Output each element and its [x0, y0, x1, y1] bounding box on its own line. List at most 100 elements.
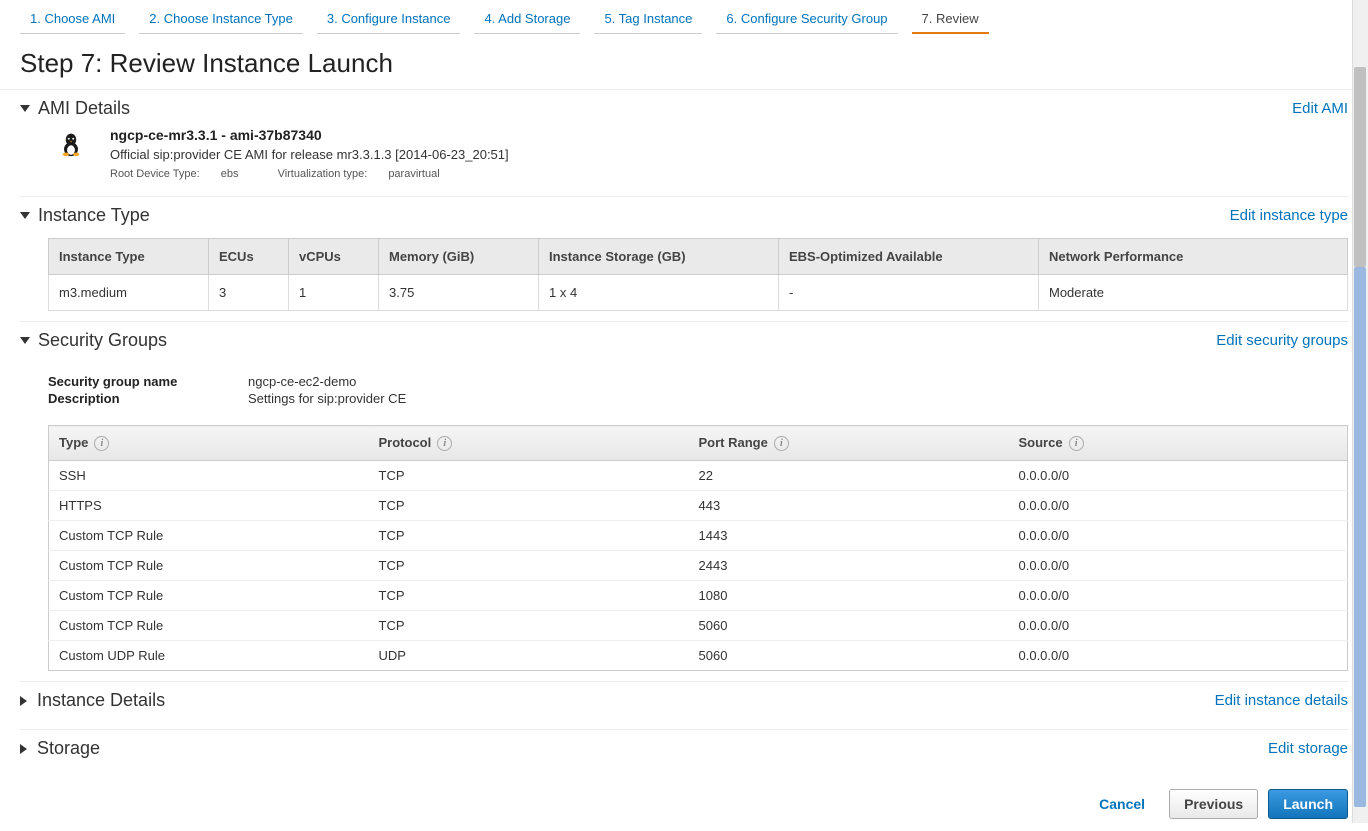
info-icon[interactable]: i: [774, 436, 789, 451]
instance-type-table: Instance Type ECUs vCPUs Memory (GiB) In…: [48, 238, 1348, 311]
sg-desc-value: Settings for sip:provider CE: [248, 391, 406, 406]
cell-source: 0.0.0.0/0: [1009, 491, 1348, 521]
scrollbar-overview-thumb[interactable]: [1354, 267, 1366, 807]
cell-type: Custom UDP Rule: [49, 641, 369, 671]
launch-button[interactable]: Launch: [1268, 789, 1348, 819]
section-title-security-groups: Security Groups: [38, 330, 1216, 351]
cell-port: 2443: [689, 551, 1009, 581]
cell-source: 0.0.0.0/0: [1009, 611, 1348, 641]
root-device-value: ebs: [221, 168, 239, 180]
cell-instance-type: m3.medium: [49, 275, 209, 311]
cell-network-performance: Moderate: [1039, 275, 1348, 311]
section-title-storage: Storage: [37, 738, 1268, 759]
info-icon[interactable]: i: [1069, 436, 1084, 451]
cell-protocol: TCP: [369, 611, 689, 641]
edit-instance-details-link[interactable]: Edit instance details: [1215, 692, 1348, 709]
ami-description: Official sip:provider CE AMI for release…: [110, 147, 509, 162]
step-choose-instance-type[interactable]: 2. Choose Instance Type: [139, 5, 303, 34]
caret-right-icon[interactable]: [20, 696, 27, 706]
cell-type: HTTPS: [49, 491, 369, 521]
col-source: Sourcei: [1009, 426, 1348, 461]
cell-ebs-optimized: -: [779, 275, 1039, 311]
section-title-instance-type: Instance Type: [38, 205, 1230, 226]
table-row: HTTPSTCP4430.0.0.0/0: [49, 491, 1348, 521]
section-instance-details: Instance Details Edit instance details: [20, 682, 1348, 730]
step-review[interactable]: 7. Review: [912, 5, 989, 34]
sg-desc-label: Description: [48, 391, 248, 406]
step-configure-security-group[interactable]: 6. Configure Security Group: [716, 5, 897, 34]
edit-security-groups-link[interactable]: Edit security groups: [1216, 332, 1348, 349]
ami-title: ngcp-ce-mr3.3.1 - ami-37b87340: [110, 127, 509, 143]
cell-source: 0.0.0.0/0: [1009, 461, 1348, 491]
caret-down-icon[interactable]: [20, 105, 30, 112]
cell-protocol: TCP: [369, 551, 689, 581]
cell-source: 0.0.0.0/0: [1009, 551, 1348, 581]
cell-type: Custom TCP Rule: [49, 551, 369, 581]
section-ami-details: AMI Details Edit AMI ngcp-ce-mr3.3.1 - a…: [20, 90, 1348, 197]
col-type: Typei: [49, 426, 369, 461]
sg-name-label: Security group name: [48, 374, 248, 389]
section-title-ami: AMI Details: [38, 98, 1292, 119]
step-add-storage[interactable]: 4. Add Storage: [474, 5, 580, 34]
cancel-button[interactable]: Cancel: [1085, 790, 1159, 818]
cell-port: 1080: [689, 581, 1009, 611]
edit-instance-type-link[interactable]: Edit instance type: [1230, 207, 1348, 224]
cell-protocol: TCP: [369, 581, 689, 611]
cell-protocol: TCP: [369, 521, 689, 551]
linux-penguin-icon: [60, 127, 90, 180]
caret-down-icon[interactable]: [20, 337, 30, 344]
cell-type: Custom TCP Rule: [49, 521, 369, 551]
virt-type-value: paravirtual: [388, 168, 439, 180]
cell-instance-storage: 1 x 4: [539, 275, 779, 311]
section-instance-type: Instance Type Edit instance type Instanc…: [20, 197, 1348, 322]
cell-protocol: TCP: [369, 491, 689, 521]
col-network-performance: Network Performance: [1039, 239, 1348, 275]
ami-meta: Root Device Type: ebs Virtualization typ…: [110, 168, 509, 180]
col-port-range: Port Rangei: [689, 426, 1009, 461]
col-instance-type: Instance Type: [49, 239, 209, 275]
cell-source: 0.0.0.0/0: [1009, 521, 1348, 551]
table-row: Custom TCP RuleTCP50600.0.0.0/0: [49, 611, 1348, 641]
cell-source: 0.0.0.0/0: [1009, 581, 1348, 611]
table-row: Custom TCP RuleTCP24430.0.0.0/0: [49, 551, 1348, 581]
edit-storage-link[interactable]: Edit storage: [1268, 740, 1348, 757]
cell-port: 5060: [689, 611, 1009, 641]
previous-button[interactable]: Previous: [1169, 789, 1258, 819]
cell-ecus: 3: [209, 275, 289, 311]
table-row: Custom UDP RuleUDP50600.0.0.0/0: [49, 641, 1348, 671]
info-icon[interactable]: i: [94, 436, 109, 451]
table-row: Custom TCP RuleTCP10800.0.0.0/0: [49, 581, 1348, 611]
scrollbar-thumb[interactable]: [1354, 67, 1366, 267]
section-storage: Storage Edit storage: [20, 730, 1348, 777]
cell-port: 443: [689, 491, 1009, 521]
cell-type: Custom TCP Rule: [49, 581, 369, 611]
wizard-steps: 1. Choose AMI 2. Choose Instance Type 3.…: [0, 0, 1368, 34]
cell-protocol: TCP: [369, 461, 689, 491]
scrollbar-vertical[interactable]: [1352, 0, 1368, 823]
table-row: Custom TCP RuleTCP14430.0.0.0/0: [49, 521, 1348, 551]
step-tag-instance[interactable]: 5. Tag Instance: [594, 5, 702, 34]
security-group-rules-table: Typei Protocoli Port Rangei Sourcei SSHT…: [48, 425, 1348, 671]
col-protocol: Protocoli: [369, 426, 689, 461]
cell-port: 1443: [689, 521, 1009, 551]
cell-protocol: UDP: [369, 641, 689, 671]
cell-port: 22: [689, 461, 1009, 491]
step-choose-ami[interactable]: 1. Choose AMI: [20, 5, 125, 34]
cell-port: 5060: [689, 641, 1009, 671]
col-ecus: ECUs: [209, 239, 289, 275]
cell-source: 0.0.0.0/0: [1009, 641, 1348, 671]
cell-memory: 3.75: [379, 275, 539, 311]
section-title-instance-details: Instance Details: [37, 690, 1215, 711]
edit-ami-link[interactable]: Edit AMI: [1292, 100, 1348, 117]
page-title: Step 7: Review Instance Launch: [0, 34, 1368, 89]
cell-type: Custom TCP Rule: [49, 611, 369, 641]
col-ebs-optimized: EBS-Optimized Available: [779, 239, 1039, 275]
info-icon[interactable]: i: [437, 436, 452, 451]
section-security-groups: Security Groups Edit security groups Sec…: [20, 322, 1348, 682]
caret-down-icon[interactable]: [20, 212, 30, 219]
cell-vcpus: 1: [289, 275, 379, 311]
table-row: SSHTCP220.0.0.0/0: [49, 461, 1348, 491]
caret-right-icon[interactable]: [20, 744, 27, 754]
col-vcpus: vCPUs: [289, 239, 379, 275]
step-configure-instance[interactable]: 3. Configure Instance: [317, 5, 461, 34]
